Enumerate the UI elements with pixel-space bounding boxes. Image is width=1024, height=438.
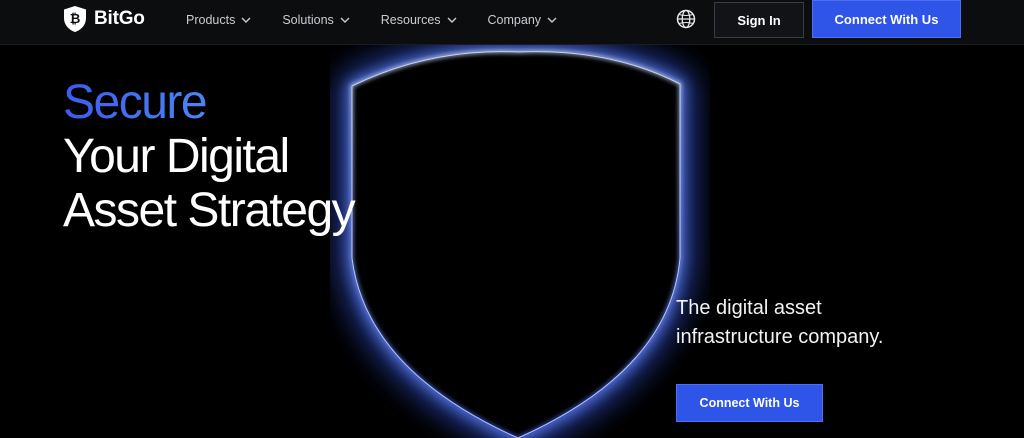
chevron-down-icon: [547, 17, 557, 23]
nav-item-label: Company: [487, 13, 542, 27]
hero-line-3: Asset Strategy: [63, 184, 356, 237]
bitgo-shield-icon: ₿: [64, 6, 86, 32]
hero-line-2: Your Digital: [63, 130, 290, 183]
hero-headline: Secure Your Digital Asset Strategy: [63, 76, 356, 238]
sign-in-button[interactable]: Sign In: [714, 2, 804, 38]
nav-item-solutions[interactable]: Solutions: [282, 13, 350, 27]
globe-icon[interactable]: [676, 9, 696, 29]
nav-menu: Products Solutions Resources Company: [186, 0, 588, 40]
hero-accent-line: Secure: [63, 76, 354, 130]
page: ₿ BitGo Products Solutions Resources Com…: [0, 0, 1024, 438]
nav-item-label: Products: [186, 13, 236, 27]
tagline-line-2: infrastructure company.: [676, 326, 884, 348]
shield-icon: [343, 42, 689, 438]
connect-with-us-nav-button[interactable]: Connect With Us: [812, 0, 961, 38]
svg-text:₿: ₿: [70, 11, 81, 26]
nav-item-label: Solutions: [282, 13, 334, 27]
hero-tagline: The digital asset infrastructure company…: [676, 294, 976, 352]
connect-with-us-hero-button[interactable]: Connect With Us: [676, 384, 823, 422]
brand-logo[interactable]: ₿ BitGo: [63, 5, 145, 33]
nav-item-products[interactable]: Products: [186, 13, 251, 27]
chevron-down-icon: [447, 17, 457, 23]
brand-name: BitGo: [94, 8, 145, 29]
nav-item-resources[interactable]: Resources: [381, 13, 457, 27]
chevron-down-icon: [340, 17, 350, 23]
nav-item-company[interactable]: Company: [488, 13, 558, 27]
top-nav: ₿ BitGo Products Solutions Resources Com…: [0, 0, 1024, 45]
hero-shield-graphic: [330, 40, 710, 438]
tagline-line-1: The digital asset: [676, 297, 822, 319]
chevron-down-icon: [241, 17, 251, 23]
nav-item-label: Resources: [380, 13, 441, 27]
